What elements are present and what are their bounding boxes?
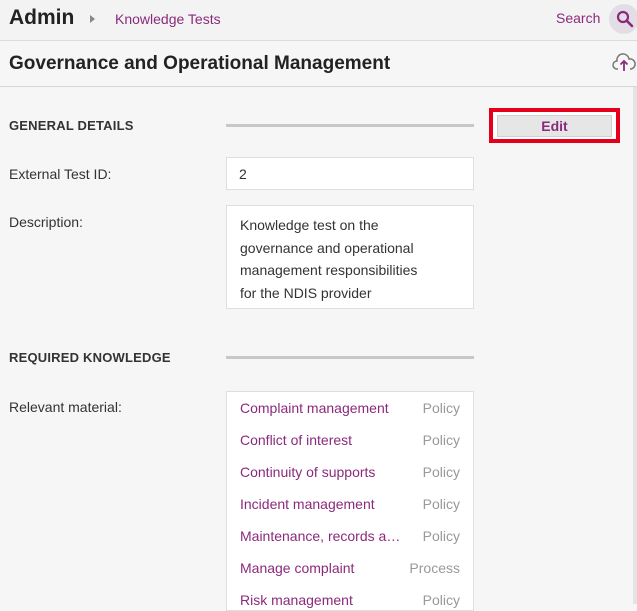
description-value: Knowledge test on the governance and ope… (226, 205, 474, 309)
list-item[interactable]: Continuity of supports Policy (227, 456, 473, 488)
material-name[interactable]: Complaint management (240, 400, 408, 416)
section-divider (226, 124, 474, 127)
edit-highlight: Edit (489, 108, 620, 143)
description-label: Description: (9, 214, 83, 230)
page-header: Governance and Operational Management (0, 41, 637, 87)
material-type: Policy (422, 496, 460, 512)
material-name[interactable]: Continuity of supports (240, 464, 408, 480)
list-item[interactable]: Conflict of interest Policy (227, 424, 473, 456)
material-name[interactable]: Risk management (240, 592, 408, 608)
description-line: for the NDIS provider (240, 284, 372, 301)
description-line: Knowledge test on the (240, 217, 379, 233)
edit-button[interactable]: Edit (497, 115, 612, 137)
description-line: management responsibilities (240, 262, 418, 278)
upload-icon (612, 53, 636, 71)
list-item[interactable]: Maintenance, records and information Pol… (227, 520, 473, 552)
list-item[interactable]: Risk management Policy (227, 584, 473, 610)
list-item[interactable]: Incident management Policy (227, 488, 473, 520)
upload-button[interactable] (612, 52, 636, 79)
list-item[interactable]: Manage complaint Process (227, 552, 473, 584)
breadcrumb-knowledge-tests[interactable]: Knowledge Tests (115, 11, 221, 27)
search-icon (616, 10, 634, 28)
list-item[interactable]: Complaint management Policy (227, 392, 473, 424)
material-type: Policy (422, 592, 460, 608)
general-details-heading: GENERAL DETAILS (9, 118, 134, 133)
relevant-material-label: Relevant material: (9, 399, 122, 415)
material-name[interactable]: Maintenance, records and information (240, 528, 408, 544)
search-button[interactable] (609, 4, 637, 34)
material-name[interactable]: Incident management (240, 496, 408, 512)
material-type: Policy (422, 400, 460, 416)
page-title: Governance and Operational Management (9, 53, 391, 74)
search-link[interactable]: Search (556, 10, 600, 26)
required-knowledge-heading: REQUIRED KNOWLEDGE (9, 350, 171, 365)
description-line: governance and operational (240, 239, 414, 256)
app-title[interactable]: Admin (9, 6, 74, 30)
chevron-right-icon (90, 15, 95, 23)
relevant-material-list: Complaint management Policy Conflict of … (226, 391, 474, 611)
material-type: Policy (422, 432, 460, 448)
top-bar: Admin Knowledge Tests Search (0, 0, 637, 41)
scrollbar[interactable] (633, 87, 637, 604)
material-type: Policy (422, 528, 460, 544)
material-type: Policy (422, 464, 460, 480)
external-test-id-label: External Test ID: (9, 166, 112, 182)
material-name[interactable]: Conflict of interest (240, 432, 408, 448)
section-divider (226, 356, 474, 359)
material-name[interactable]: Manage complaint (240, 560, 408, 576)
external-test-id-value: 2 (226, 157, 474, 190)
material-type: Process (409, 560, 460, 576)
